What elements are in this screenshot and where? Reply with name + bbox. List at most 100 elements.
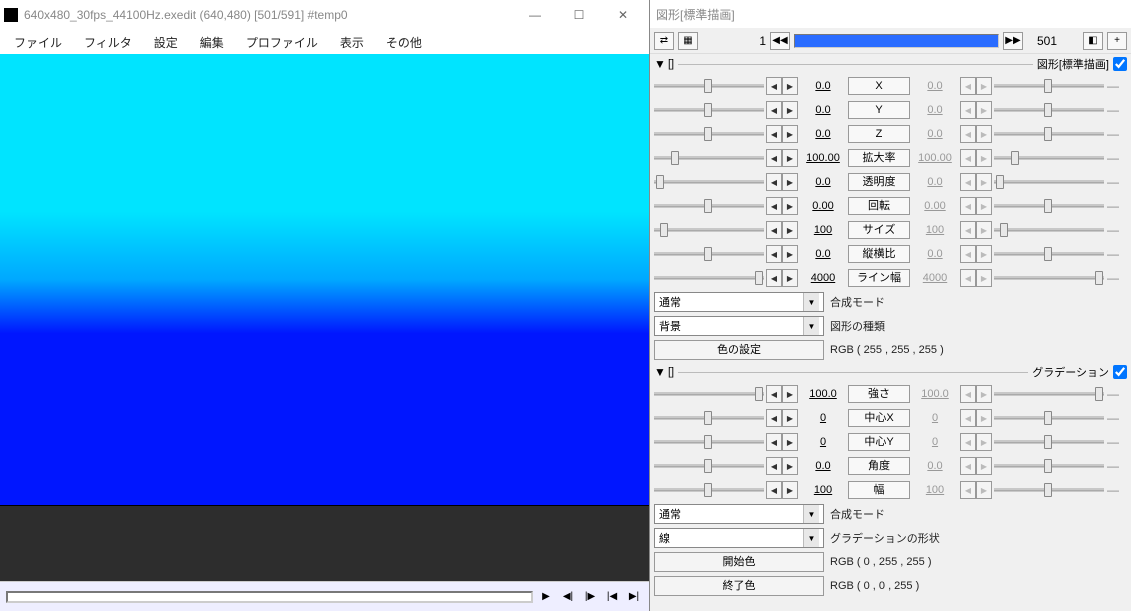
param-value-right[interactable]: 0.0	[912, 176, 958, 188]
param-slider-left[interactable]	[654, 228, 764, 232]
param-slider-right[interactable]	[994, 204, 1104, 208]
decrement-button[interactable]: ◀	[766, 197, 782, 215]
param-value-right[interactable]: 0.0	[912, 80, 958, 92]
increment-button[interactable]: ▶	[976, 197, 992, 215]
maximize-button[interactable]: ☐	[557, 1, 601, 29]
prev-frame-button[interactable]: ◀|	[559, 588, 577, 606]
increment-button[interactable]: ▶	[782, 173, 798, 191]
param-slider-left[interactable]	[654, 180, 764, 184]
param-slider-left[interactable]	[654, 84, 764, 88]
menu-item[interactable]: フィルタ	[74, 32, 142, 53]
increment-button[interactable]: ▶	[976, 269, 992, 287]
param-slider-right[interactable]	[994, 108, 1104, 112]
param-label-button[interactable]: 透明度	[848, 173, 910, 191]
param-slider-left[interactable]	[654, 464, 764, 468]
param-label-button[interactable]: 回転	[848, 197, 910, 215]
decrement-button[interactable]: ◀	[766, 77, 782, 95]
param-value-left[interactable]: 0.0	[800, 176, 846, 188]
param-slider-right[interactable]	[994, 440, 1104, 444]
param-value-left[interactable]: 100.0	[800, 388, 846, 400]
param-slider-left[interactable]	[654, 132, 764, 136]
param-value-left[interactable]: 4000	[800, 272, 846, 284]
param-value-right[interactable]: 0	[912, 436, 958, 448]
play-button[interactable]: ▶	[537, 588, 555, 606]
param-label-button[interactable]: 拡大率	[848, 149, 910, 167]
increment-button[interactable]: ▶	[782, 221, 798, 239]
collapse-icon[interactable]: ▼	[654, 57, 664, 71]
param-slider-left[interactable]	[654, 108, 764, 112]
seek-fwd-button[interactable]: ▶▶	[1003, 32, 1023, 50]
increment-button[interactable]: ▶	[976, 457, 992, 475]
menu-item[interactable]: プロファイル	[236, 32, 328, 53]
param-value-right[interactable]: 0.00	[912, 200, 958, 212]
menu-item[interactable]: ファイル	[4, 32, 72, 53]
collapse-icon[interactable]: ▼	[654, 365, 664, 379]
start-button[interactable]: |◀	[603, 588, 621, 606]
increment-button[interactable]: ▶	[976, 245, 992, 263]
param-slider-left[interactable]	[654, 276, 764, 280]
increment-button[interactable]: ▶	[976, 149, 992, 167]
param-value-left[interactable]: 0.0	[800, 460, 846, 472]
start-color-button[interactable]: 開始色	[654, 552, 824, 572]
param-label-button[interactable]: Y	[848, 101, 910, 119]
increment-button[interactable]: ▶	[782, 269, 798, 287]
increment-button[interactable]: ▶	[782, 409, 798, 427]
menu-item[interactable]: 編集	[190, 32, 234, 53]
param-value-right[interactable]: 100	[912, 484, 958, 496]
decrement-button[interactable]: ◀	[960, 173, 976, 191]
seek-back-button[interactable]: ◀◀	[770, 32, 790, 50]
increment-button[interactable]: ▶	[782, 245, 798, 263]
increment-button[interactable]: ▶	[782, 481, 798, 499]
param-slider-right[interactable]	[994, 416, 1104, 420]
end-color-button[interactable]: 終了色	[654, 576, 824, 596]
close-button[interactable]: ✕	[601, 1, 645, 29]
param-value-right[interactable]: 100.0	[912, 388, 958, 400]
decrement-button[interactable]: ◀	[960, 409, 976, 427]
grad-blend-dropdown[interactable]: 通常▼	[654, 504, 824, 524]
param-value-right[interactable]: 0.0	[912, 460, 958, 472]
decrement-button[interactable]: ◀	[766, 385, 782, 403]
increment-button[interactable]: ▶	[976, 101, 992, 119]
param-slider-left[interactable]	[654, 488, 764, 492]
next-frame-button[interactable]: |▶	[581, 588, 599, 606]
param-value-left[interactable]: 100.00	[800, 152, 846, 164]
decrement-button[interactable]: ◀	[960, 457, 976, 475]
decrement-button[interactable]: ◀	[766, 457, 782, 475]
menu-item[interactable]: その他	[376, 32, 432, 53]
param-label-button[interactable]: 角度	[848, 457, 910, 475]
increment-button[interactable]: ▶	[782, 433, 798, 451]
decrement-button[interactable]: ◀	[766, 409, 782, 427]
param-value-left[interactable]: 0	[800, 412, 846, 424]
param-value-left[interactable]: 0.00	[800, 200, 846, 212]
toggle-a-button[interactable]: ⇄	[654, 32, 674, 50]
increment-button[interactable]: ▶	[976, 125, 992, 143]
increment-button[interactable]: ▶	[782, 149, 798, 167]
decrement-button[interactable]: ◀	[766, 125, 782, 143]
decrement-button[interactable]: ◀	[960, 77, 976, 95]
increment-button[interactable]: ▶	[782, 101, 798, 119]
param-slider-left[interactable]	[654, 416, 764, 420]
section-bracket[interactable]: []	[668, 58, 674, 70]
param-label-button[interactable]: サイズ	[848, 221, 910, 239]
param-value-right[interactable]: 4000	[912, 272, 958, 284]
param-value-left[interactable]: 100	[800, 224, 846, 236]
param-label-button[interactable]: 中心Y	[848, 433, 910, 451]
increment-button[interactable]: ▶	[976, 409, 992, 427]
toggle-b-button[interactable]: ▦	[678, 32, 698, 50]
param-value-right[interactable]: 0.0	[912, 128, 958, 140]
increment-button[interactable]: ▶	[976, 173, 992, 191]
blend-mode-dropdown[interactable]: 通常▼	[654, 292, 824, 312]
increment-button[interactable]: ▶	[976, 385, 992, 403]
param-slider-right[interactable]	[994, 488, 1104, 492]
increment-button[interactable]: ▶	[782, 197, 798, 215]
param-label-button[interactable]: 幅	[848, 481, 910, 499]
param-slider-left[interactable]	[654, 392, 764, 396]
increment-button[interactable]: ▶	[782, 77, 798, 95]
param-label-button[interactable]: Z	[848, 125, 910, 143]
param-label-button[interactable]: X	[848, 77, 910, 95]
param-slider-right[interactable]	[994, 228, 1104, 232]
param-value-left[interactable]: 0	[800, 436, 846, 448]
param-slider-right[interactable]	[994, 180, 1104, 184]
param-value-right[interactable]: 0.0	[912, 248, 958, 260]
increment-button[interactable]: ▶	[782, 125, 798, 143]
